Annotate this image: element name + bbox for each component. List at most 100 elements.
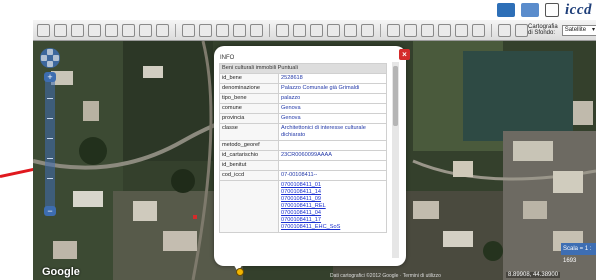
zoom-tick <box>47 158 53 159</box>
table-row: tipo_bene palazzo <box>219 93 387 104</box>
link-icon[interactable] <box>498 23 511 37</box>
history-back-icon[interactable] <box>216 23 229 37</box>
toolbar-divider <box>175 23 176 37</box>
pan-hand-icon[interactable] <box>105 23 118 37</box>
zoom-out-button[interactable]: − <box>44 206 56 216</box>
list-icon[interactable] <box>327 23 340 37</box>
grid-icon[interactable] <box>293 23 306 37</box>
attr-key: id_benitut <box>219 160 279 171</box>
table-row: denominazione Palazzo Comunale già Grimal… <box>219 83 387 94</box>
identify-pin-icon[interactable] <box>122 23 135 37</box>
code-link[interactable]: 0700108411_01 <box>281 182 384 189</box>
iccd-logo: iccd <box>565 1 592 18</box>
selected-location-marker[interactable] <box>236 268 244 276</box>
attr-value: palazzo <box>278 93 387 104</box>
basemap-control: Cartografia di Sfondo: Satellite <box>528 24 596 36</box>
feature-marker[interactable] <box>193 215 197 219</box>
help-icon[interactable] <box>250 23 263 37</box>
toolbar-divider <box>269 23 270 37</box>
map-toolbar: Cartografia di Sfondo: Satellite <box>33 20 596 41</box>
zoom-extent-icon[interactable] <box>37 23 50 37</box>
popup-scrollbar[interactable] <box>392 62 399 258</box>
scroll-thumb[interactable] <box>393 66 398 126</box>
user-icon[interactable] <box>472 23 485 37</box>
zoom-tick <box>47 98 53 99</box>
left-panel <box>0 20 33 280</box>
pan-right-icon[interactable] <box>53 55 59 61</box>
search-icon[interactable] <box>156 23 169 37</box>
pan-left-icon[interactable] <box>41 55 47 61</box>
map-attribution[interactable]: Dati cartografici ©2012 Google · Termini… <box>330 273 441 279</box>
attr-value <box>278 160 387 171</box>
pan-down-icon[interactable] <box>47 61 53 67</box>
attr-key: classe <box>219 123 279 141</box>
zoom-tick <box>47 178 53 179</box>
table-row: cod_iccd 07-00108411-- <box>219 170 387 181</box>
attr-key: comune <box>219 103 279 114</box>
history-forward-icon[interactable] <box>233 23 246 37</box>
zoom-tick <box>47 118 53 119</box>
scale-indicator: Scala = 1 : 1693 <box>561 243 596 264</box>
delete-icon[interactable] <box>344 23 357 37</box>
info-icon[interactable] <box>199 23 212 37</box>
iccd-code-links: 0700108411_01 0700108411_14 0700108411_0… <box>278 180 387 233</box>
table-row: 0700108411_01 0700108411_14 0700108411_0… <box>219 180 387 233</box>
pan-control[interactable] <box>40 48 60 68</box>
attr-key <box>219 180 279 233</box>
attr-key: id_bene <box>219 73 279 84</box>
map-icon[interactable] <box>421 23 434 37</box>
google-logo: Google <box>42 266 80 278</box>
code-link[interactable]: 0700108411_EHC_SoS <box>281 224 384 231</box>
table-row: id_benitut <box>219 160 387 171</box>
attr-value: 07-00108411-- <box>278 170 387 181</box>
zoom-slider[interactable] <box>45 74 55 214</box>
top-banner: iccd <box>0 0 596 20</box>
zoom-in-button[interactable]: + <box>44 72 56 82</box>
popup-title: INFO <box>220 55 235 61</box>
pan-up-icon[interactable] <box>47 49 53 55</box>
attr-key: denominazione <box>219 83 279 94</box>
zoom-in-tool-icon[interactable] <box>54 23 67 37</box>
measure-icon[interactable] <box>182 23 195 37</box>
coordinate-readout: 8.89908, 44.38900 <box>506 272 561 278</box>
attr-value: Genova <box>278 103 387 114</box>
code-link[interactable]: 0700108411_04 <box>281 210 384 217</box>
zoom-tick <box>47 138 53 139</box>
layer-icon[interactable] <box>361 23 374 37</box>
table-row: classe Architettonici di interesse cultur… <box>219 123 387 141</box>
ministry-logo-icon <box>497 3 516 17</box>
attr-key: provincia <box>219 113 279 124</box>
basemap-select[interactable]: Satellite <box>561 24 596 36</box>
eu-logo-icon <box>521 3 540 17</box>
attr-key: tipo_bene <box>219 93 279 104</box>
code-link[interactable]: 0700108411_REL <box>281 203 384 210</box>
attr-value: 2528618 <box>278 73 387 84</box>
edit-icon[interactable] <box>276 23 289 37</box>
map-navigation: + − <box>40 48 62 248</box>
print-icon[interactable] <box>404 23 417 37</box>
attr-key: cod_iccd <box>219 170 279 181</box>
green-layer-icon[interactable] <box>455 23 468 37</box>
close-popup-button[interactable]: × <box>399 49 410 60</box>
attr-value: Palazzo Comunale già Grimaldi <box>278 83 387 94</box>
attr-value: 23CR0060099AAAA <box>278 150 387 161</box>
attr-value: Genova <box>278 113 387 124</box>
zoom-box-icon[interactable] <box>88 23 101 37</box>
toolbar-divider <box>491 23 492 37</box>
table-row: comune Genova <box>219 103 387 114</box>
code-link[interactable]: 0700108411_17 <box>281 217 384 224</box>
basemap-label: Cartografia di Sfondo: <box>528 24 558 36</box>
stop-icon[interactable] <box>310 23 323 37</box>
table-row: id_bene 2528618 <box>219 73 387 84</box>
feature-attributes-table: Beni culturali immobili Puntuali id_bene… <box>219 63 387 233</box>
emblem-logo-icon <box>545 3 560 17</box>
code-link[interactable]: 0700108411_09 <box>281 196 384 203</box>
export-icon[interactable] <box>438 23 451 37</box>
select-icon[interactable] <box>139 23 152 37</box>
toolbar-tools <box>33 23 528 37</box>
refresh-icon[interactable] <box>515 23 528 37</box>
code-link[interactable]: 0700108411_14 <box>281 189 384 196</box>
zoom-out-tool-icon[interactable] <box>71 23 84 37</box>
layers-icon[interactable] <box>387 23 400 37</box>
attr-value: Architettonici di interesse culturale di… <box>278 123 387 141</box>
